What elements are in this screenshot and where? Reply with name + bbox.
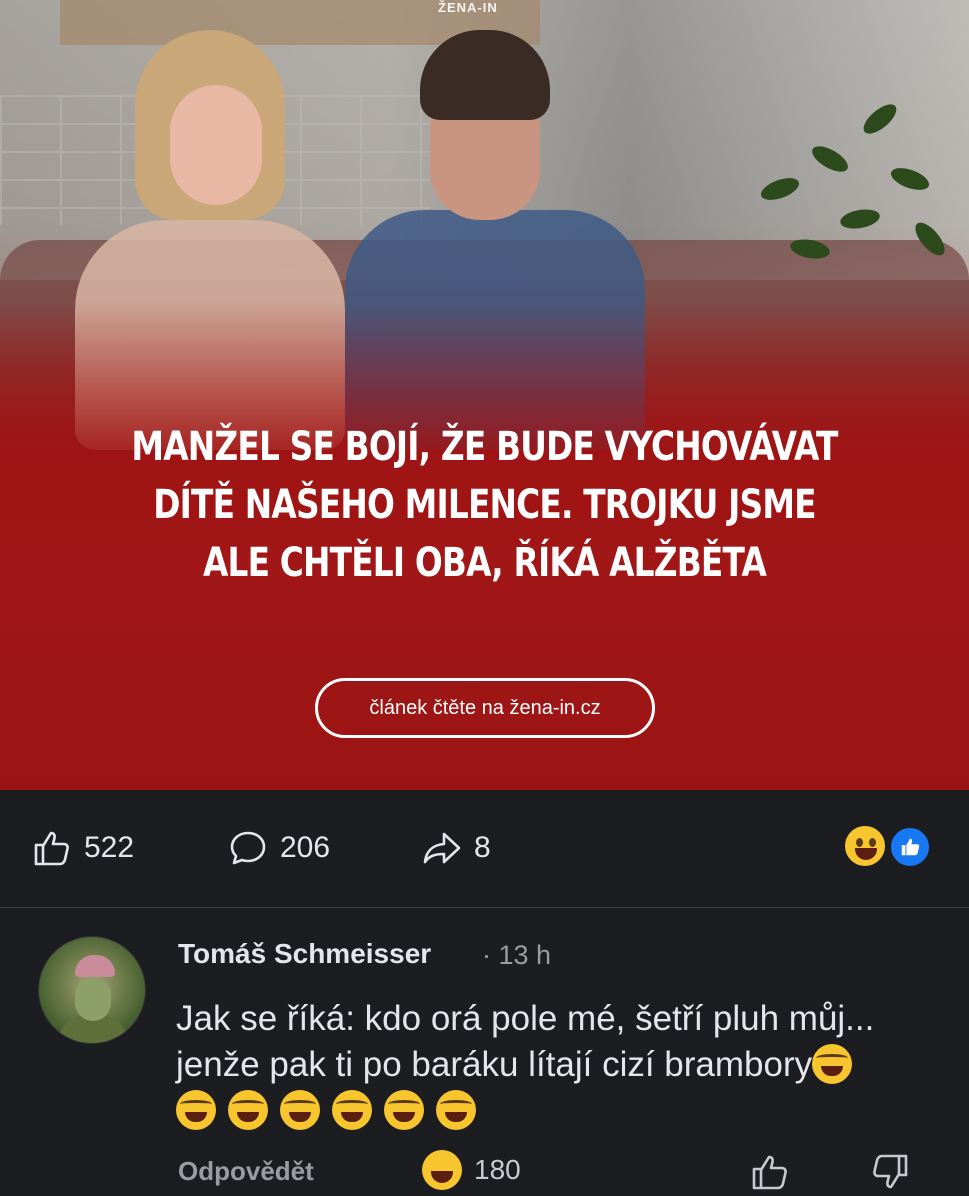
read-article-button[interactable]: článek čtěte na žena-in.cz — [315, 678, 655, 738]
reply-button[interactable]: Odpovědět — [178, 1156, 314, 1187]
share-count: 8 — [474, 831, 491, 864]
laughing-emoji-icon — [843, 824, 887, 868]
laughing-emoji-icon — [422, 1150, 462, 1190]
like-count: 522 — [84, 831, 135, 864]
post-headline: MANŽEL SE BOJÍ, ŽE BUDE VYCHOVÁVAT DÍTĚ … — [131, 424, 838, 586]
comment-like-icon[interactable] — [750, 1152, 790, 1192]
comment-reaction-count: 180 — [474, 1154, 521, 1185]
comment-count: 206 — [280, 831, 331, 864]
comment-author[interactable]: Tomáš Schmeisser — [178, 938, 431, 970]
comment: Tomáš Schmeisser · 13 h Jak se říká: kdo… — [0, 908, 969, 1196]
brand-watermark: ŽENA-IN — [438, 0, 498, 15]
comment-dislike-icon[interactable] — [870, 1152, 910, 1192]
rofl-emoji-icon — [228, 1090, 268, 1130]
comment-body: Jak se říká: kdo orá pole mé, šetří pluh… — [176, 999, 875, 1084]
avatar[interactable] — [38, 936, 146, 1044]
reaction-summary[interactable] — [843, 824, 935, 870]
like-button[interactable]: 522 — [32, 828, 134, 868]
post-action-bar: 522 206 8 — [0, 790, 969, 908]
comment-timestamp: · 13 h — [482, 940, 552, 970]
rofl-emoji-icon — [436, 1090, 476, 1130]
rofl-emoji-icon — [176, 1090, 216, 1130]
like-reaction-icon — [889, 826, 931, 868]
post-image[interactable]: ŽENA-IN MANŽEL SE BOJÍ, ŽE BUDE VYCHOVÁV… — [0, 0, 969, 790]
comment-text: Jak se říká: kdo orá pole mé, šetří pluh… — [176, 996, 896, 1134]
share-arrow-icon — [423, 832, 461, 864]
comment-reactions[interactable]: 180 — [422, 1150, 521, 1190]
plant — [740, 90, 960, 310]
rofl-emoji-icon — [812, 1044, 853, 1084]
rofl-emoji-icon — [332, 1090, 372, 1130]
share-button[interactable]: 8 — [422, 828, 491, 868]
comment-bubble-icon — [230, 831, 266, 865]
thumbs-up-icon — [34, 831, 69, 866]
rofl-emoji-icon — [280, 1090, 320, 1130]
comment-button[interactable]: 206 — [228, 828, 330, 868]
rofl-emoji-icon — [384, 1090, 424, 1130]
